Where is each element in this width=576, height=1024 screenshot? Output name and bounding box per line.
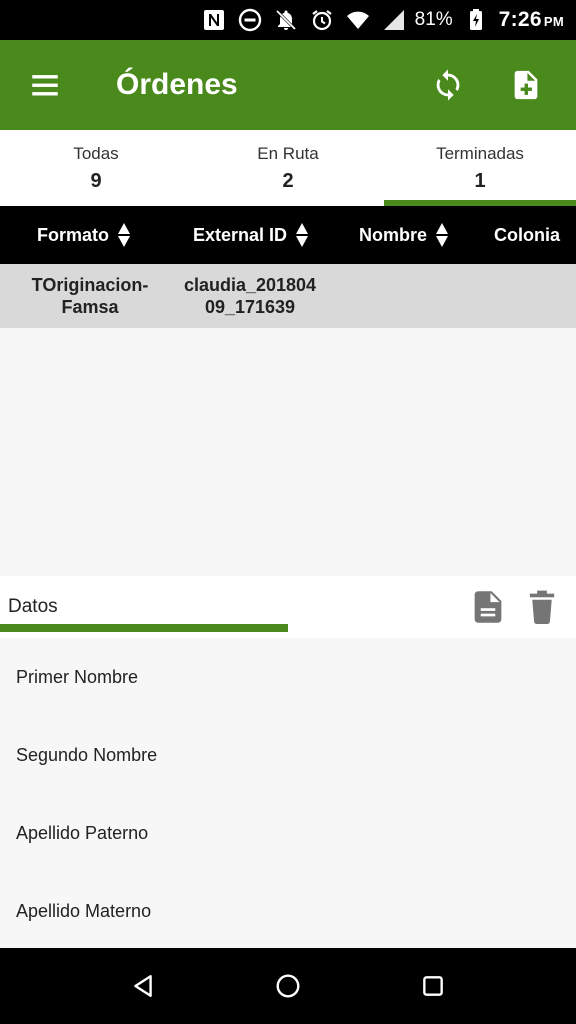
home-circle-icon	[276, 974, 300, 998]
tab-terminadas[interactable]: Terminadas 1	[384, 130, 576, 206]
nfc-icon	[201, 7, 227, 33]
recents-button[interactable]	[403, 956, 463, 1016]
signal-icon	[381, 7, 407, 33]
tab-count: 2	[282, 170, 294, 192]
tab-en-ruta[interactable]: En Ruta 2	[192, 130, 384, 206]
order-status-tabs: Todas 9 En Ruta 2 Terminadas 1	[0, 130, 576, 206]
cell-external-id: claudia_201804 09_171639	[183, 275, 317, 317]
home-button[interactable]	[258, 956, 318, 1016]
table-row[interactable]: TOriginacion- Famsa claudia_201804 09_17…	[0, 264, 576, 328]
column-header-external-id[interactable]: External ID	[168, 206, 334, 264]
do-not-disturb-icon	[237, 7, 263, 33]
notifications-off-icon	[273, 7, 299, 33]
detail-tab-indicator	[0, 624, 288, 632]
app-bar: Órdenes	[0, 40, 576, 130]
delete-button[interactable]	[522, 585, 562, 629]
clock: 7:26 PM	[498, 8, 564, 31]
sort-icon	[436, 223, 448, 247]
table-empty-area	[0, 328, 576, 576]
view-document-button[interactable]	[468, 585, 508, 629]
back-triangle-icon	[133, 975, 152, 997]
document-icon	[474, 591, 502, 623]
sort-icon	[296, 223, 309, 247]
battery-percent: 81%	[414, 9, 453, 30]
tab-count: 9	[90, 170, 102, 192]
refresh-sync-icon	[436, 69, 460, 101]
page-title: Órdenes	[116, 68, 238, 101]
system-nav-bar	[0, 948, 576, 1024]
tab-label: En Ruta	[257, 144, 319, 163]
hamburger-menu-icon	[32, 75, 58, 96]
column-header-nombre[interactable]: Nombre	[334, 206, 474, 264]
tab-count: 1	[474, 170, 486, 192]
menu-button[interactable]	[0, 40, 90, 130]
battery-charging-icon	[463, 7, 489, 33]
alarm-icon	[309, 7, 335, 33]
new-order-button[interactable]	[498, 57, 554, 113]
tab-label: Todas	[73, 144, 119, 163]
tab-todas[interactable]: Todas 9	[0, 130, 192, 206]
back-button[interactable]	[113, 956, 173, 1016]
cell-formato: TOriginacion- Famsa	[31, 275, 149, 317]
field-apellido-materno[interactable]: Apellido Materno	[0, 872, 576, 950]
column-header-formato[interactable]: Formato	[0, 206, 168, 264]
tab-label: Terminadas	[436, 144, 524, 163]
table-header: Formato External ID Nombre Colonia	[0, 206, 576, 264]
field-primer-nombre[interactable]: Primer Nombre	[0, 638, 576, 716]
add-document-icon	[514, 70, 538, 100]
trash-icon	[529, 590, 555, 624]
sort-icon	[118, 223, 130, 247]
detail-tab-datos[interactable]: Datos	[8, 596, 468, 618]
column-header-colonia[interactable]: Colonia	[474, 206, 576, 264]
wifi-icon	[345, 7, 371, 33]
recents-square-icon	[423, 976, 444, 996]
field-segundo-nombre[interactable]: Segundo Nombre	[0, 716, 576, 794]
status-bar: 81% 7:26 PM	[0, 0, 576, 40]
detail-field-list: Primer Nombre Segundo Nombre Apellido Pa…	[0, 638, 576, 948]
refresh-button[interactable]	[420, 57, 476, 113]
field-apellido-paterno[interactable]: Apellido Paterno	[0, 794, 576, 872]
